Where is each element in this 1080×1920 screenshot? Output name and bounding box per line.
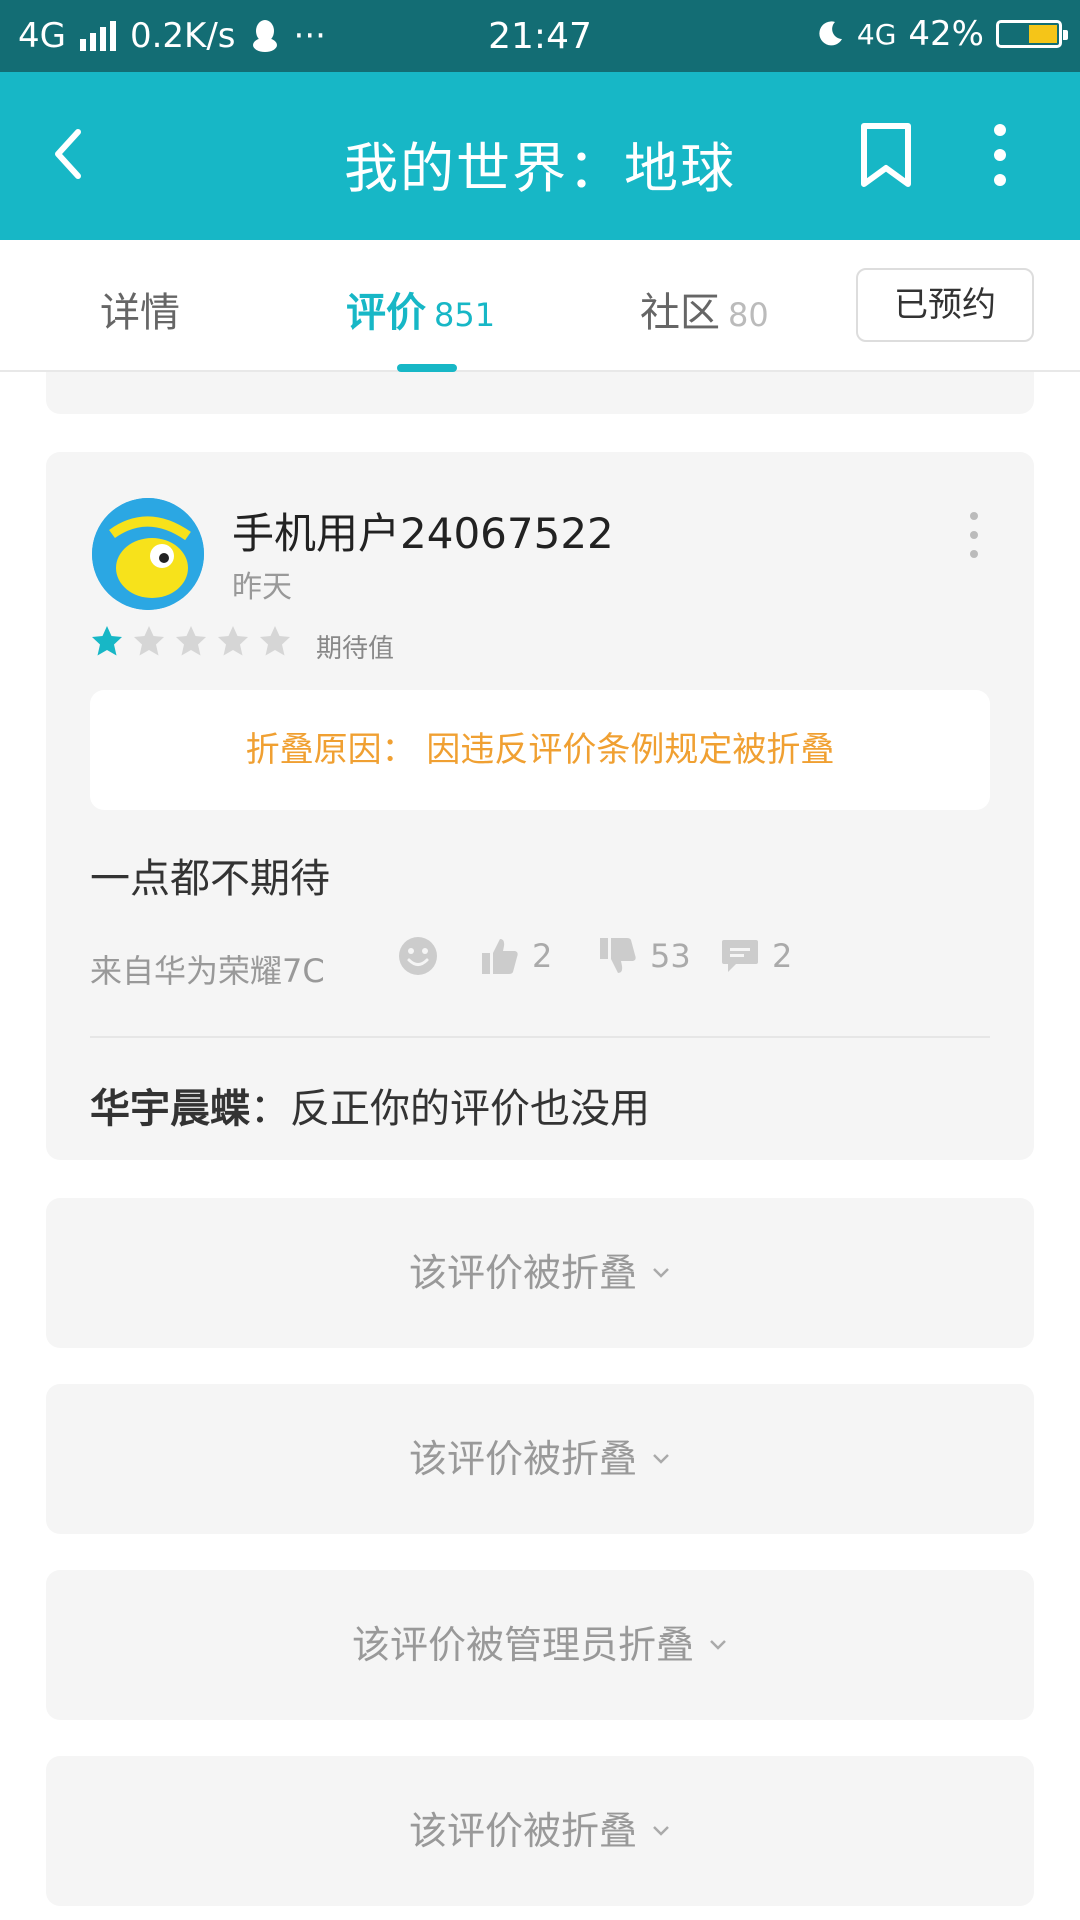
fold-reason-notice: 折叠原因： 因违反评价条例规定被折叠 <box>90 690 990 810</box>
chevron-down-icon <box>653 1826 669 1836</box>
battery-icon <box>996 20 1068 48</box>
review-card: 手机用户24067522 昨天 期待值 折叠原因： 因违反评价条例规定被折叠 一… <box>46 452 1034 1160</box>
dislike-count: 53 <box>650 937 691 975</box>
comment-icon <box>722 940 758 972</box>
star-empty-icon <box>176 626 206 656</box>
more-vertical-icon[interactable] <box>970 120 1030 190</box>
thumbs-down-icon <box>600 938 636 973</box>
folded-review-card[interactable]: 该评价被折叠 <box>46 1384 1034 1534</box>
tab-details[interactable]: 详情 <box>100 280 180 338</box>
folded-review-label: 该评价被折叠 <box>408 1251 637 1295</box>
tab-community[interactable]: 社区 80 <box>640 280 769 338</box>
reserved-button[interactable]: 已预约 <box>856 268 1034 342</box>
reply-author[interactable]: 华宇晨蝶 <box>90 1086 250 1132</box>
review-content: 一点都不期待 <box>90 856 330 902</box>
status-right: 4G 42% <box>815 14 1068 54</box>
moon-icon <box>819 21 842 46</box>
emoji-reaction-button[interactable] <box>398 936 438 976</box>
reply-preview[interactable]: 华宇晨蝶：反正你的评价也没用 <box>90 1076 650 1134</box>
more-vertical-icon[interactable] <box>964 510 984 560</box>
previous-review-card <box>46 372 1034 414</box>
active-tab-indicator <box>397 364 457 372</box>
avatar-image <box>92 498 204 610</box>
tab-details-label: 详情 <box>100 290 180 336</box>
folded-review-label: 该评价被折叠 <box>408 1809 637 1853</box>
page-title: 我的世界：地球 <box>344 137 736 200</box>
status-bar: 4G 0.2K/s ··· 21:47 4G 42% <box>0 0 1080 72</box>
chevron-down-icon <box>653 1268 669 1278</box>
rating-stars <box>90 624 292 658</box>
tab-community-count: 80 <box>728 296 769 334</box>
smiley-icon <box>399 937 437 975</box>
tab-community-label: 社区 <box>640 290 720 336</box>
dislike-button[interactable]: 53 <box>598 936 691 976</box>
tab-reviews-count: 851 <box>434 296 496 334</box>
chevron-down-icon <box>653 1454 669 1464</box>
comment-count: 2 <box>772 937 793 975</box>
star-empty-icon <box>260 626 290 656</box>
review-actions: 2 53 2 <box>46 936 1034 996</box>
review-username[interactable]: 手机用户24067522 <box>232 500 614 561</box>
reply-text: ：反正你的评价也没用 <box>250 1086 650 1132</box>
like-count: 2 <box>532 937 553 975</box>
battery-percent: 42% <box>908 14 984 54</box>
folded-review-label: 该评价被折叠 <box>408 1437 637 1481</box>
like-button[interactable]: 2 <box>480 936 552 976</box>
comment-button[interactable]: 2 <box>720 936 792 976</box>
folded-review-label: 该评价被管理员折叠 <box>351 1623 694 1667</box>
folded-review-card[interactable]: 该评价被折叠 <box>46 1756 1034 1906</box>
star-empty-icon <box>218 626 248 656</box>
chevron-down-icon <box>710 1640 726 1650</box>
tab-bar: 详情 评价 851 社区 80 已预约 <box>0 240 1080 372</box>
thumbs-up-icon <box>482 939 518 974</box>
folded-review-card[interactable]: 该评价被管理员折叠 <box>46 1570 1034 1720</box>
folded-review-card[interactable]: 该评价被折叠 <box>46 1198 1034 1348</box>
rating-label: 期待值 <box>316 634 395 664</box>
tab-reviews[interactable]: 评价 851 <box>346 280 495 338</box>
avatar[interactable] <box>92 498 204 610</box>
star-filled-icon <box>92 626 122 656</box>
star-empty-icon <box>134 626 164 656</box>
network-type-2: 4G <box>856 17 897 51</box>
bookmark-icon[interactable] <box>856 120 916 190</box>
app-bar: 我的世界：地球 <box>0 72 1080 240</box>
tab-reviews-label: 评价 <box>346 290 426 336</box>
review-time: 昨天 <box>232 570 292 605</box>
divider <box>90 1036 990 1038</box>
